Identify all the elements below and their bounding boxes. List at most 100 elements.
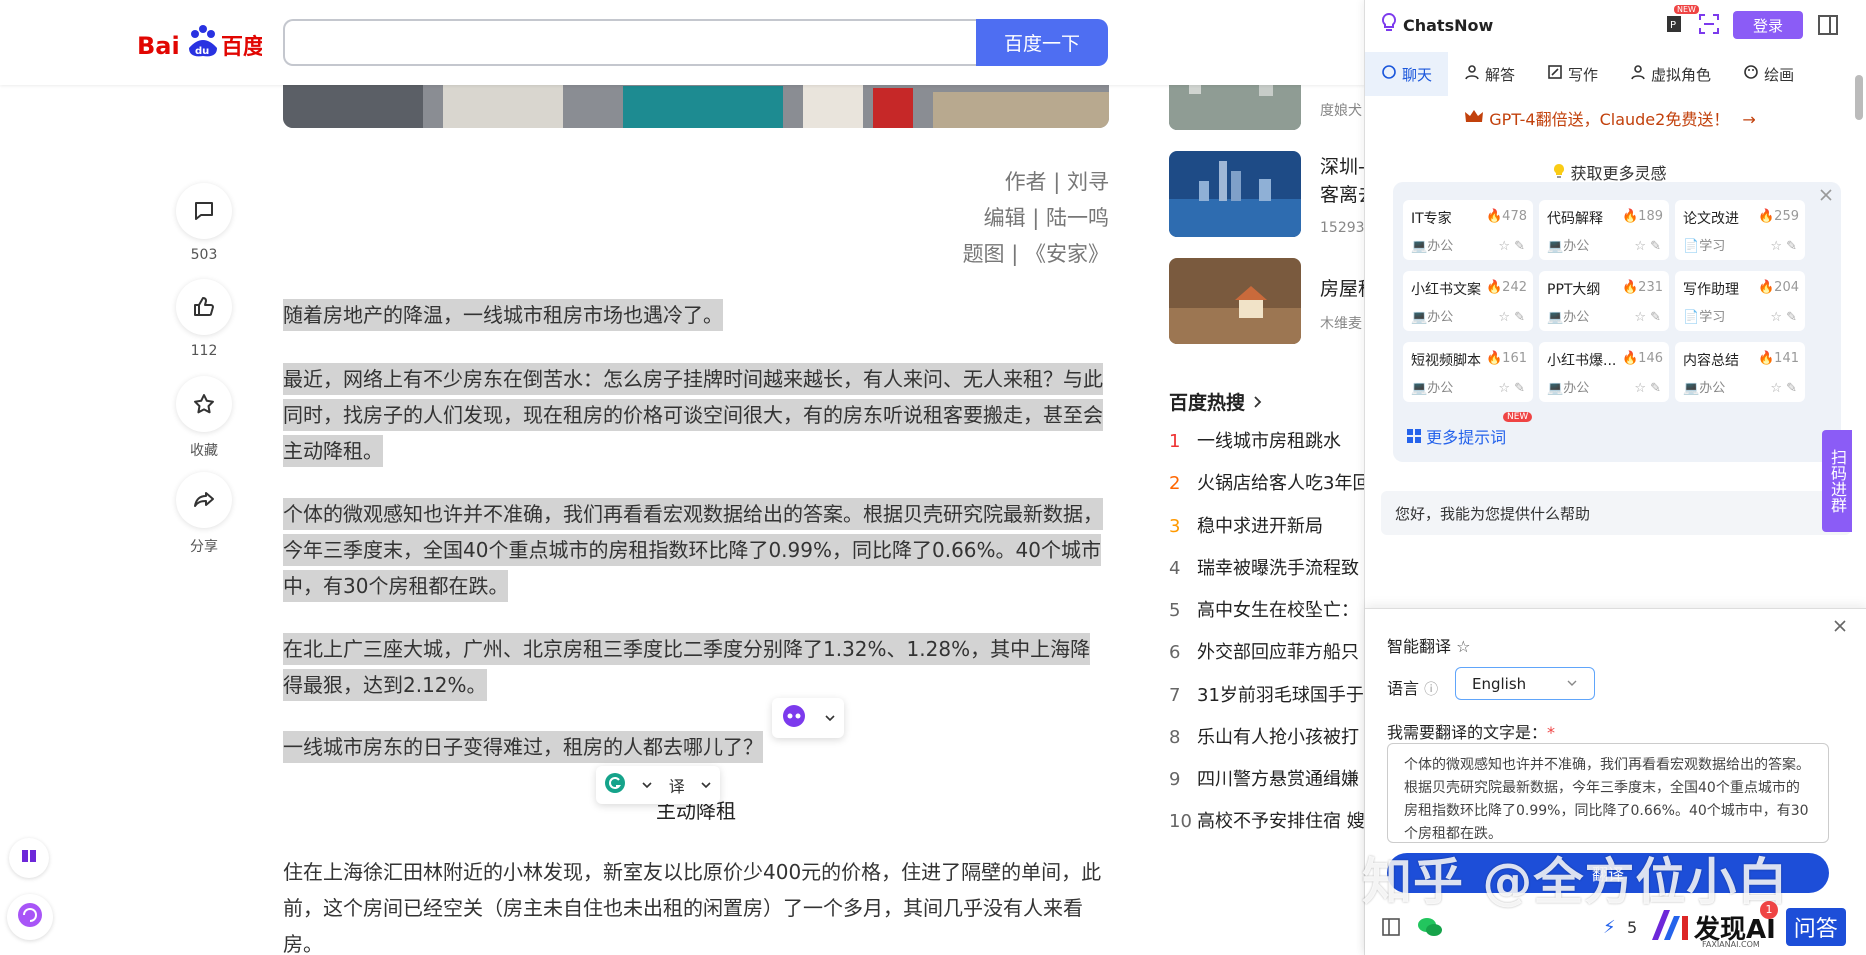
star-edit-icons[interactable]: ☆ ✎ <box>1498 381 1525 396</box>
grammarly-icon[interactable] <box>604 772 626 798</box>
selection-translate-toolbar[interactable]: 译 <box>596 766 720 804</box>
scan-join-group-button[interactable]: 扫码进群 <box>1822 430 1852 532</box>
laptop-icon: 💻办公 <box>1411 239 1454 254</box>
hot-item[interactable]: 10 高校不予安排住宿 嫂 <box>1169 807 1369 833</box>
comment-action[interactable]: 503 <box>176 183 232 263</box>
hot-item[interactable]: 4 瑞幸被曝洗手流程致 <box>1169 554 1369 580</box>
prompt-card[interactable]: 短视频脚本 🔥161 💻办公 ☆ ✎ <box>1403 342 1533 402</box>
scan-frame-icon[interactable] <box>1698 13 1720 39</box>
hot-item[interactable]: 6 外交部回应菲方船只 <box>1169 638 1369 664</box>
news-thumbnail[interactable] <box>1169 151 1301 237</box>
tab-virtual-role[interactable]: 虚拟角色 <box>1614 52 1727 96</box>
star-edit-icons[interactable]: ☆ ✎ <box>1770 239 1797 254</box>
share-icon[interactable] <box>176 472 232 528</box>
laptop-icon: 💻办公 <box>1547 381 1590 396</box>
chevron-right-icon <box>1254 396 1261 408</box>
like-action[interactable]: 112 <box>176 279 232 359</box>
close-icon[interactable] <box>1831 617 1849 639</box>
svg-text:百度: 百度 <box>221 34 262 60</box>
chevron-down-icon[interactable] <box>700 776 712 795</box>
collect-label: 收藏 <box>190 443 218 459</box>
prompt-card[interactable]: 小红书文案 🔥242 💻办公 ☆ ✎ <box>1403 271 1533 331</box>
star-edit-icons[interactable]: ☆ ✎ <box>1498 310 1525 325</box>
hot-item[interactable]: 9 四川警方悬赏通缉嫌 <box>1169 765 1369 791</box>
star-icon[interactable]: ☆ <box>1456 637 1470 656</box>
user-icon <box>1630 64 1646 84</box>
laptop-icon: 💻办公 <box>1547 239 1590 254</box>
news-title-line2[interactable]: 客离去 <box>1320 180 1368 207</box>
hot-item[interactable]: 8 乐山有人抢小孩被打 <box>1169 723 1369 749</box>
prompt-card[interactable]: 论文改进 🔥259 📄学习 ☆ ✎ <box>1675 200 1805 260</box>
language-select[interactable]: English <box>1455 667 1595 700</box>
star-edit-icons[interactable]: ☆ ✎ <box>1770 381 1797 396</box>
thumbs-up-icon[interactable] <box>176 279 232 335</box>
sidebar-toggle-icon[interactable] <box>1817 14 1839 40</box>
chevron-down-icon[interactable] <box>824 709 836 728</box>
news-meta: 15293 <box>1320 220 1365 236</box>
news-thumbnail[interactable] <box>1169 258 1301 344</box>
search-button[interactable]: 百度一下 <box>976 19 1108 66</box>
prompt-card[interactable]: PPT大纲 🔥231 💻办公 ☆ ✎ <box>1539 271 1669 331</box>
article-paragraph: 一线城市房东的日子变得难过，租房的人都去哪儿了？ <box>283 729 1109 765</box>
panel-layout-icon[interactable] <box>1381 917 1401 941</box>
collect-action[interactable]: 收藏 <box>176 376 232 460</box>
article-paragraph: 最近，网络上有不少房东在倒苦水：怎么房子挂牌时间越来越长，有人来问、无人来租？与… <box>283 361 1109 469</box>
prompt-card[interactable]: 代码解释 🔥189 💻办公 ☆ ✎ <box>1539 200 1669 260</box>
comment-icon[interactable] <box>176 183 232 239</box>
news-title[interactable]: 房屋租 <box>1320 274 1368 301</box>
star-edit-icons[interactable]: ☆ ✎ <box>1634 239 1661 254</box>
tab-chat[interactable]: 聊天 <box>1365 52 1449 96</box>
login-button[interactable]: 登录 <box>1733 11 1803 39</box>
promo-banner[interactable]: GPT-4翻倍送，Claude2免费送！ → <box>1365 106 1855 130</box>
chevron-down-icon <box>1566 675 1578 693</box>
prompt-card[interactable]: IT专家 🔥478 💻办公 ☆ ✎ <box>1403 200 1533 260</box>
source-text-area[interactable]: 个体的微观感知也许并不准确，我们再看看宏观数据给出的答案。根据贝壳研究院最新数据… <box>1387 743 1829 843</box>
ai-logo-icon <box>1650 908 1690 946</box>
ai-bot-icon[interactable] <box>781 703 807 733</box>
star-edit-icons[interactable]: ☆ ✎ <box>1634 310 1661 325</box>
hot-item[interactable]: 5 高中女生在校坠亡： <box>1169 596 1369 622</box>
chevron-down-icon[interactable] <box>641 776 653 795</box>
hot-item[interactable]: 7 31岁前羽毛球国手于 <box>1169 681 1369 707</box>
star-icon[interactable] <box>176 376 232 432</box>
star-edit-icons[interactable]: ☆ ✎ <box>1634 381 1661 396</box>
assistant-greeting: 您好，我能为您提供什么帮助 <box>1381 491 1851 535</box>
article-paragraph: 在北上广三座大城，广州、北京房租三季度比二季度分别降了1.32%、1.28%，其… <box>283 631 1109 703</box>
article-paragraph: 个体的微观感知也许并不准确，我们再看看宏观数据给出的答案。根据贝壳研究院最新数据… <box>283 496 1109 604</box>
help-icon[interactable]: ⓘ <box>1424 682 1438 698</box>
source-text-label: 我需要翻译的文字是：* <box>1387 723 1556 742</box>
close-icon[interactable] <box>1817 186 1835 208</box>
language-label: 语言 ⓘ <box>1387 679 1439 698</box>
prompt-card[interactable]: 内容总结 🔥141 💻办公 ☆ ✎ <box>1675 342 1805 402</box>
svg-text:Bai: Bai <box>137 32 180 60</box>
translate-label[interactable]: 译 <box>669 773 685 797</box>
hot-search-title[interactable]: 百度热搜 <box>1169 388 1264 415</box>
search-input[interactable] <box>283 19 978 66</box>
hot-item[interactable]: 3 稳中求进开新局 <box>1169 512 1369 538</box>
more-prompts-link[interactable]: 更多提示词 <box>1407 424 1506 448</box>
laptop-icon: 💻办公 <box>1547 310 1590 325</box>
reader-mode-button[interactable] <box>9 838 49 878</box>
article-paragraph: 住在上海徐汇田林附近的小林发现，新室友以比原价少400元的价格，住进了隔壁的单间… <box>283 860 1102 955</box>
palette-icon <box>1743 64 1759 84</box>
prompt-card[interactable]: 小红书爆... 🔥146 💻办公 ☆ ✎ <box>1539 342 1669 402</box>
prompt-card[interactable]: 写作助理 🔥204 📄学习 ☆ ✎ <box>1675 271 1805 331</box>
article-credits: 作者 | 刘寻 编辑 | 陆一鸣 题图 | 《安家》 <box>963 164 1109 272</box>
share-label: 分享 <box>190 539 218 555</box>
panel-scrollbar[interactable] <box>1855 75 1863 120</box>
baidu-logo[interactable]: Bai du 百度 <box>137 18 266 62</box>
ai-assistant-button[interactable] <box>7 894 53 940</box>
news-title[interactable]: 深圳-客离去 <box>1320 152 1368 179</box>
hot-item[interactable]: 1 一线城市房租跳水 <box>1169 427 1369 453</box>
wechat-icon[interactable] <box>1417 915 1443 943</box>
ppt-icon[interactable]: P <box>1666 14 1684 38</box>
star-edit-icons[interactable]: ☆ ✎ <box>1498 239 1525 254</box>
news-meta: 度娘犬 <box>1320 103 1362 119</box>
selection-ai-toolbar[interactable] <box>772 698 844 738</box>
tab-write[interactable]: 写作 <box>1531 52 1614 96</box>
star-edit-icons[interactable]: ☆ ✎ <box>1770 310 1797 325</box>
tab-draw[interactable]: 绘画 <box>1727 52 1810 96</box>
tab-answer[interactable]: 解答 <box>1448 52 1531 96</box>
share-action[interactable]: 分享 <box>176 472 232 556</box>
hot-item[interactable]: 2 火锅店给客人吃3年回 <box>1169 469 1369 495</box>
